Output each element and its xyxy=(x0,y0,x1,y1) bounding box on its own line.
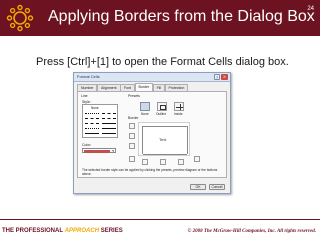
preset-none-label: None xyxy=(141,112,149,116)
border-middle-button[interactable] xyxy=(129,133,135,139)
tab-font[interactable]: Font xyxy=(120,84,136,91)
copyright-notice: © 2008 The McGraw-Hill Companies, Inc. A… xyxy=(187,229,316,234)
tab-number[interactable]: Number xyxy=(77,84,98,91)
border-right-button[interactable] xyxy=(178,159,184,165)
preview-corner-marks-left xyxy=(142,126,143,154)
dialog-title: Format Cells xyxy=(77,74,100,79)
series-word-professional: PROFESSIONAL xyxy=(15,228,64,234)
series-branding: THE PROFESSIONAL APPROACH SERIES xyxy=(2,228,123,234)
border-bottom-button[interactable] xyxy=(129,143,135,149)
sun-logo-icon xyxy=(6,4,34,32)
presets-label: Presets xyxy=(128,94,140,98)
page-number: 24 xyxy=(307,6,314,12)
style-none-option[interactable]: None xyxy=(91,106,99,110)
series-word-approach: APPROACH xyxy=(64,228,100,234)
border-section-label: Border xyxy=(128,116,139,120)
preview-corner-marks-right xyxy=(187,126,188,154)
border-preview[interactable]: Text xyxy=(138,122,190,156)
tab-protection[interactable]: Protection xyxy=(164,84,189,91)
dialog-tabs: Number Alignment Font Border Fill Protec… xyxy=(77,83,189,91)
border-center-button[interactable] xyxy=(160,159,166,165)
line-style-dash-dot-dot[interactable] xyxy=(85,128,99,129)
help-button[interactable]: ? xyxy=(214,74,220,80)
line-section-label: Line xyxy=(81,94,88,98)
preview-corner-marks-bottom xyxy=(143,154,187,155)
title-bar: Applying Borders from the Dialog Box 24 xyxy=(0,0,320,36)
border-top-button[interactable] xyxy=(129,123,135,129)
dialog-note: The selected border style can be applied… xyxy=(82,168,218,176)
border-diagonal-down-button[interactable] xyxy=(194,156,200,162)
border-diagonal-up-button[interactable] xyxy=(129,156,135,162)
instruction-text: Press [Ctrl]+[1] to open the Format Cell… xyxy=(36,56,289,68)
footer-divider xyxy=(0,219,320,220)
color-swatch xyxy=(84,150,110,153)
line-style-dotted[interactable] xyxy=(85,113,99,114)
line-style-medium-dash-dot[interactable] xyxy=(102,118,116,119)
ok-button[interactable]: OK xyxy=(190,184,206,190)
line-style-dashed[interactable] xyxy=(85,118,99,119)
dialog-titlebar: Format Cells ? X xyxy=(74,73,230,82)
series-word-the: THE xyxy=(2,228,14,234)
preset-none-button[interactable] xyxy=(140,102,150,111)
preset-inside-button[interactable] xyxy=(174,102,184,111)
line-style-dash-dot[interactable] xyxy=(85,123,99,124)
preview-corner-marks xyxy=(143,126,187,127)
preset-outline-button[interactable] xyxy=(157,102,167,111)
series-word-series: SERIES xyxy=(100,228,123,234)
line-style-medium[interactable] xyxy=(102,123,116,124)
slide-title: Applying Borders from the Dialog Box xyxy=(48,8,315,25)
line-style-medium-dashed[interactable] xyxy=(102,113,116,114)
border-color-dropdown[interactable]: ▾ xyxy=(82,148,116,153)
preview-text: Text xyxy=(159,137,167,142)
format-cells-dialog: Format Cells ? X Number Alignment Font B… xyxy=(73,72,231,194)
line-style-list[interactable]: None xyxy=(82,104,118,138)
border-left-button[interactable] xyxy=(142,159,148,165)
preset-outline-label: Outline xyxy=(156,112,167,116)
tab-fill[interactable]: Fill xyxy=(152,84,166,91)
border-tab-panel: Line Style: None Color: ▾ Presets None O… xyxy=(77,91,227,178)
close-button[interactable]: X xyxy=(221,74,228,80)
tab-alignment[interactable]: Alignment xyxy=(96,84,121,91)
preset-inside-label: Inside xyxy=(174,112,183,116)
cancel-button[interactable]: Cancel xyxy=(209,184,225,190)
line-style-thin[interactable] xyxy=(85,133,99,134)
chevron-down-icon: ▾ xyxy=(112,149,114,153)
line-style-thick[interactable] xyxy=(102,128,116,129)
tab-border[interactable]: Border xyxy=(134,83,154,91)
line-style-double[interactable] xyxy=(102,133,116,134)
color-label: Color: xyxy=(82,143,92,147)
